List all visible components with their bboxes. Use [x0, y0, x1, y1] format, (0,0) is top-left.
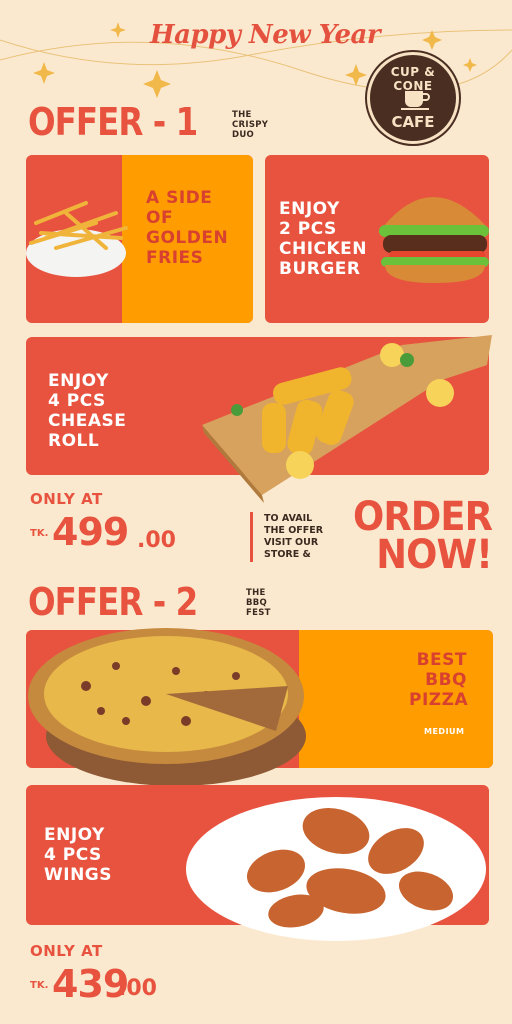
divider: [250, 512, 253, 562]
wings-icon: [186, 797, 486, 941]
greeting-title: Happy New Year: [150, 20, 381, 50]
burger-label: ENJOY 2 PCS CHICKEN BURGER: [279, 199, 368, 279]
star-icon: [345, 64, 367, 86]
coffee-cup-icon: [401, 91, 430, 110]
offer-2-price-decimal: .00: [118, 976, 157, 1001]
cheese-roll-icon: [202, 335, 492, 503]
star-icon: [110, 22, 126, 38]
order-now-text: ORDER NOW!: [352, 494, 493, 578]
offer-1-price-label: ONLY AT: [30, 490, 103, 508]
pizza-card: BEST BBQ PIZZA: [26, 628, 493, 786]
star-icon: [33, 62, 55, 84]
offer-2-title: OFFER - 2: [28, 580, 198, 624]
offer-1-subtitle: THE CRISPY DUO: [232, 110, 269, 140]
wings-label: ENJOY 4 PCS WINGS: [44, 825, 113, 885]
burger-card: ENJOY 2 PCS CHICKEN BURGER: [265, 155, 489, 323]
offer-1-title: OFFER - 1: [28, 100, 198, 144]
offer-1-currency: TK.: [30, 528, 49, 539]
logo-bottom-text: CAFE: [391, 113, 435, 131]
fries-card: A SIDE OF GOLDEN FRIES: [26, 155, 253, 323]
star-icon: [143, 70, 171, 98]
avail-text: TO AVAIL THE OFFER VISIT OUR STORE &: [264, 513, 324, 560]
pizza-label: BEST BBQ PIZZA: [409, 650, 469, 710]
pizza-size: MEDIUM: [424, 727, 465, 736]
burger-icon: [379, 197, 489, 283]
cafe-logo: CUP & CONE CAFE: [367, 52, 459, 144]
offer-1-price-decimal: .00: [137, 528, 176, 553]
cheese-roll-label: ENJOY 4 PCS CHEASE ROLL: [48, 371, 127, 451]
wings-card: ENJOY 4 PCS WINGS: [26, 785, 489, 941]
offer-2-currency: TK.: [30, 980, 49, 991]
offer-2-price: 439: [52, 962, 129, 1006]
star-icon: [463, 58, 477, 72]
offer-1-price: 499: [52, 510, 129, 554]
offer-2-price-label: ONLY AT: [30, 942, 103, 960]
pizza-icon: [28, 628, 306, 786]
offer-2-subtitle: THE BBQ FEST: [246, 588, 271, 618]
fries-label: A SIDE OF GOLDEN FRIES: [146, 188, 229, 268]
cheese-roll-card: ENJOY 4 PCS CHEASE ROLL: [26, 335, 492, 503]
fries-icon: [26, 201, 128, 277]
